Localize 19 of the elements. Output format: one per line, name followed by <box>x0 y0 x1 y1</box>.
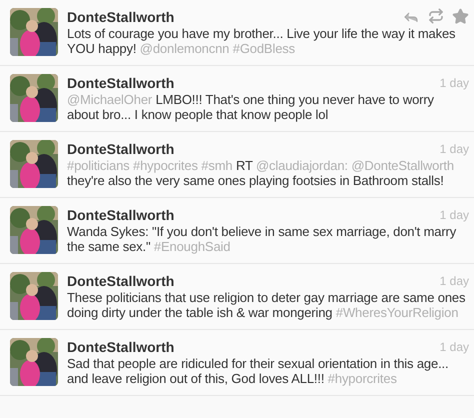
user-name[interactable]: DonteStallworth <box>67 141 174 157</box>
timestamp: 1 day <box>440 142 469 156</box>
timestamp: 1 day <box>440 76 469 90</box>
user-name[interactable]: DonteStallworth <box>67 75 174 91</box>
tweet-text: @MichaelOher LMBO!!! That's one thing you never have to worry about bro... I know people that know people lol <box>67 92 435 122</box>
user-name[interactable]: DonteStallworth <box>67 339 174 355</box>
retweet-icon[interactable] <box>428 8 444 24</box>
timestamp: 1 day <box>440 340 469 354</box>
tweet-text: Sad that people are ridiculed for their sexual orientation in this age... and leave religion out of this, God loves ALL!!! #hyporcrites <box>67 356 450 386</box>
user-name[interactable]: DonteStallworth <box>67 9 174 25</box>
star-icon[interactable] <box>452 8 469 25</box>
tweet-text: #politicians #hypocrites #smh RT @claudiajordan: @DonteStallworth they're also the very same ones playing footsies in Bathroom stalls! <box>67 158 455 188</box>
tweet-text: Wanda Sykes: "If you don't believe in same sex marriage, don't marry the same sex." #EnoughSaid <box>67 224 458 254</box>
tweet-text: These politicians that use religion to deter gay marriage are same ones doing dirty under the table ish & war mongering #WheresYourReligion <box>67 290 466 320</box>
user-name[interactable]: DonteStallworth <box>67 273 174 289</box>
timestamp: 1 day <box>440 208 469 222</box>
user-name[interactable]: DonteStallworth <box>67 207 174 223</box>
tweet-text: Lots of courage you have my brother... Live your life the way it makes YOU happy! @donlemoncnn #GodBless <box>67 26 456 56</box>
timestamp: 1 day <box>440 274 469 288</box>
